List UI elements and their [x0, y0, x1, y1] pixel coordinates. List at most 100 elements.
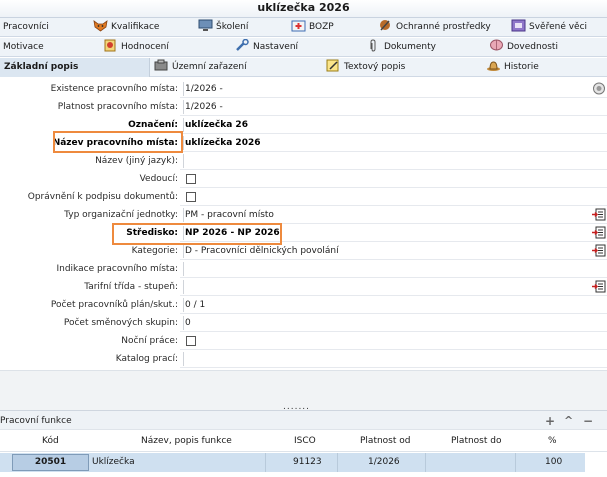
- stredisko-field[interactable]: NP 2026 - NP 2026: [185, 224, 585, 242]
- tab-pracovnici[interactable]: Pracovníci: [3, 18, 49, 37]
- list-picker-icon[interactable]: [592, 280, 606, 293]
- tab-label: Nastavení: [253, 42, 299, 52]
- list-picker-icon[interactable]: [592, 226, 606, 239]
- first-aid-icon: [291, 20, 306, 32]
- row-platnost: Platnost pracovního místa: 1/2026 -: [0, 98, 607, 116]
- tab-label: Motivace: [3, 42, 44, 52]
- pocet-prac-field[interactable]: 0 / 1: [185, 296, 585, 314]
- tab-row-2: Motivace Hodnocení Nastavení Dokumenty D…: [0, 38, 607, 57]
- katalog-label: Katalog prací:: [0, 350, 180, 368]
- indikace-field[interactable]: [185, 260, 585, 278]
- column-header-percent[interactable]: %: [548, 430, 557, 452]
- tab-label: Pracovníci: [3, 22, 49, 32]
- tab-textovy-popis[interactable]: Textový popis: [326, 58, 405, 77]
- tarifni-field[interactable]: [185, 278, 585, 296]
- row-nocni: Noční práce:: [0, 332, 607, 350]
- tab-label: Školení: [216, 22, 249, 32]
- settings-circle-icon[interactable]: [592, 82, 606, 95]
- panel-title: Pracovní funkce: [0, 416, 72, 426]
- tab-dokumenty[interactable]: Dokumenty: [366, 38, 436, 57]
- column-header-isco[interactable]: ISCO: [294, 430, 316, 452]
- tab-label: Historie: [504, 62, 539, 72]
- list-picker-icon[interactable]: [592, 244, 606, 257]
- column-divider: [337, 453, 338, 472]
- field-divider: [183, 226, 184, 240]
- paperclip-icon: [370, 39, 376, 52]
- column-header-platnost-od[interactable]: Platnost od: [360, 430, 410, 452]
- platnost-field[interactable]: 1/2026 -: [185, 98, 585, 116]
- cell-platnost-od: 1/2026: [368, 457, 400, 467]
- row-indikace: Indikace pracovního místa:: [0, 260, 607, 278]
- list-picker-icon[interactable]: [592, 208, 606, 221]
- vedouci-checkbox[interactable]: [186, 174, 196, 184]
- tab-kvalifikace[interactable]: Kvalifikace: [93, 18, 159, 37]
- typ-field[interactable]: PM - pracovní místo: [185, 206, 585, 224]
- tab-hodnoceni[interactable]: Hodnocení: [103, 38, 169, 57]
- fox-icon: [93, 20, 108, 32]
- column-header-kod[interactable]: Kód: [42, 430, 59, 452]
- row-oznaceni: Označení: uklízečka 26: [0, 116, 607, 134]
- field-divider: [183, 352, 184, 366]
- oznaceni-label: Označení:: [0, 116, 180, 134]
- minimize-icon[interactable]: −: [583, 411, 593, 431]
- column-divider: [265, 453, 266, 472]
- cell-kod: 20501: [12, 454, 89, 471]
- cell-nazev: Uklízečka: [92, 457, 135, 467]
- map-icon: [154, 59, 168, 71]
- tab-row-1: Pracovníci Kvalifikace Školení BOZP Ochr…: [0, 18, 607, 37]
- tab-ochranne-prostredky[interactable]: Ochranné prostředky: [378, 18, 491, 37]
- tab-label: Základní popis: [4, 62, 79, 72]
- table-row[interactable]: 20501 Uklízečka 91123 1/2026 100: [0, 453, 585, 472]
- field-divider: [183, 136, 184, 150]
- window-title: uklízečka 2026: [0, 0, 607, 18]
- collapse-icon[interactable]: ^: [564, 411, 573, 431]
- row-vedouci: Vedoucí:: [0, 170, 607, 188]
- existence-field[interactable]: 1/2026 -: [185, 80, 585, 98]
- vedouci-label: Vedoucí:: [0, 170, 180, 188]
- splitter-area: .......: [0, 370, 607, 412]
- katalog-field[interactable]: [185, 350, 585, 368]
- kategorie-label: Kategorie:: [0, 242, 180, 260]
- row-kategorie: Kategorie: D - Pracovníci dělnických pov…: [0, 242, 607, 260]
- tab-historie[interactable]: Historie: [486, 58, 539, 77]
- oznaceni-field[interactable]: uklízečka 26: [185, 116, 585, 134]
- nazev-label: Název pracovního místa:: [0, 134, 180, 152]
- row-katalog: Katalog prací:: [0, 350, 607, 368]
- pocet-prac-label: Počet pracovníků plán/skut.:: [0, 296, 180, 314]
- tab-label: Dovednosti: [507, 42, 558, 52]
- kategorie-field[interactable]: D - Pracovníci dělnických povolání: [185, 242, 585, 260]
- indikace-label: Indikace pracovního místa:: [0, 260, 180, 278]
- tab-row-3: Základní popis Územní zařazení Textový p…: [0, 58, 607, 77]
- column-header-nazev[interactable]: Název, popis funkce: [141, 430, 232, 452]
- tab-skoleni[interactable]: Školení: [198, 18, 248, 37]
- tab-label: Dokumenty: [384, 42, 436, 52]
- row-existence: Existence pracovního místa: 1/2026 -: [0, 80, 607, 98]
- tab-dovednosti[interactable]: Dovednosti: [489, 38, 558, 57]
- monitor-icon: [198, 19, 213, 31]
- field-divider: [183, 208, 184, 222]
- row-pocet-smen: Počet směnových skupin: 0: [0, 314, 607, 332]
- tab-label: Svěřené věci: [529, 22, 588, 32]
- add-icon[interactable]: +: [545, 411, 555, 431]
- field-divider: [183, 82, 184, 96]
- tab-bozp[interactable]: BOZP: [291, 18, 334, 37]
- tab-motivace[interactable]: Motivace: [3, 38, 44, 57]
- field-divider: [183, 316, 184, 330]
- row-nazev-jiny: Název (jiný jazyk):: [0, 152, 607, 170]
- grid-header: Kód Název, popis funkce ISCO Platnost od…: [0, 430, 607, 452]
- tab-label: Územní zařazení: [172, 62, 247, 72]
- tarifni-label: Tarifní třída - stupeň:: [0, 278, 180, 296]
- award-icon: [104, 39, 116, 52]
- pocet-smen-field[interactable]: 0: [185, 314, 585, 332]
- tab-nastaveni[interactable]: Nastavení: [235, 38, 298, 57]
- opravneni-checkbox[interactable]: [186, 192, 196, 202]
- field-divider: [183, 262, 184, 276]
- nazev-field[interactable]: uklízečka 2026: [185, 134, 585, 152]
- nazev-jiny-field[interactable]: [185, 152, 585, 170]
- field-divider: [183, 280, 184, 294]
- tab-zakladni-popis[interactable]: Základní popis: [0, 58, 150, 77]
- nocni-checkbox[interactable]: [186, 336, 196, 346]
- tab-uzemni-zarazeni[interactable]: Územní zařazení: [154, 58, 247, 77]
- tab-sverene-veci[interactable]: Svěřené věci: [511, 18, 587, 37]
- column-header-platnost-do[interactable]: Platnost do: [451, 430, 501, 452]
